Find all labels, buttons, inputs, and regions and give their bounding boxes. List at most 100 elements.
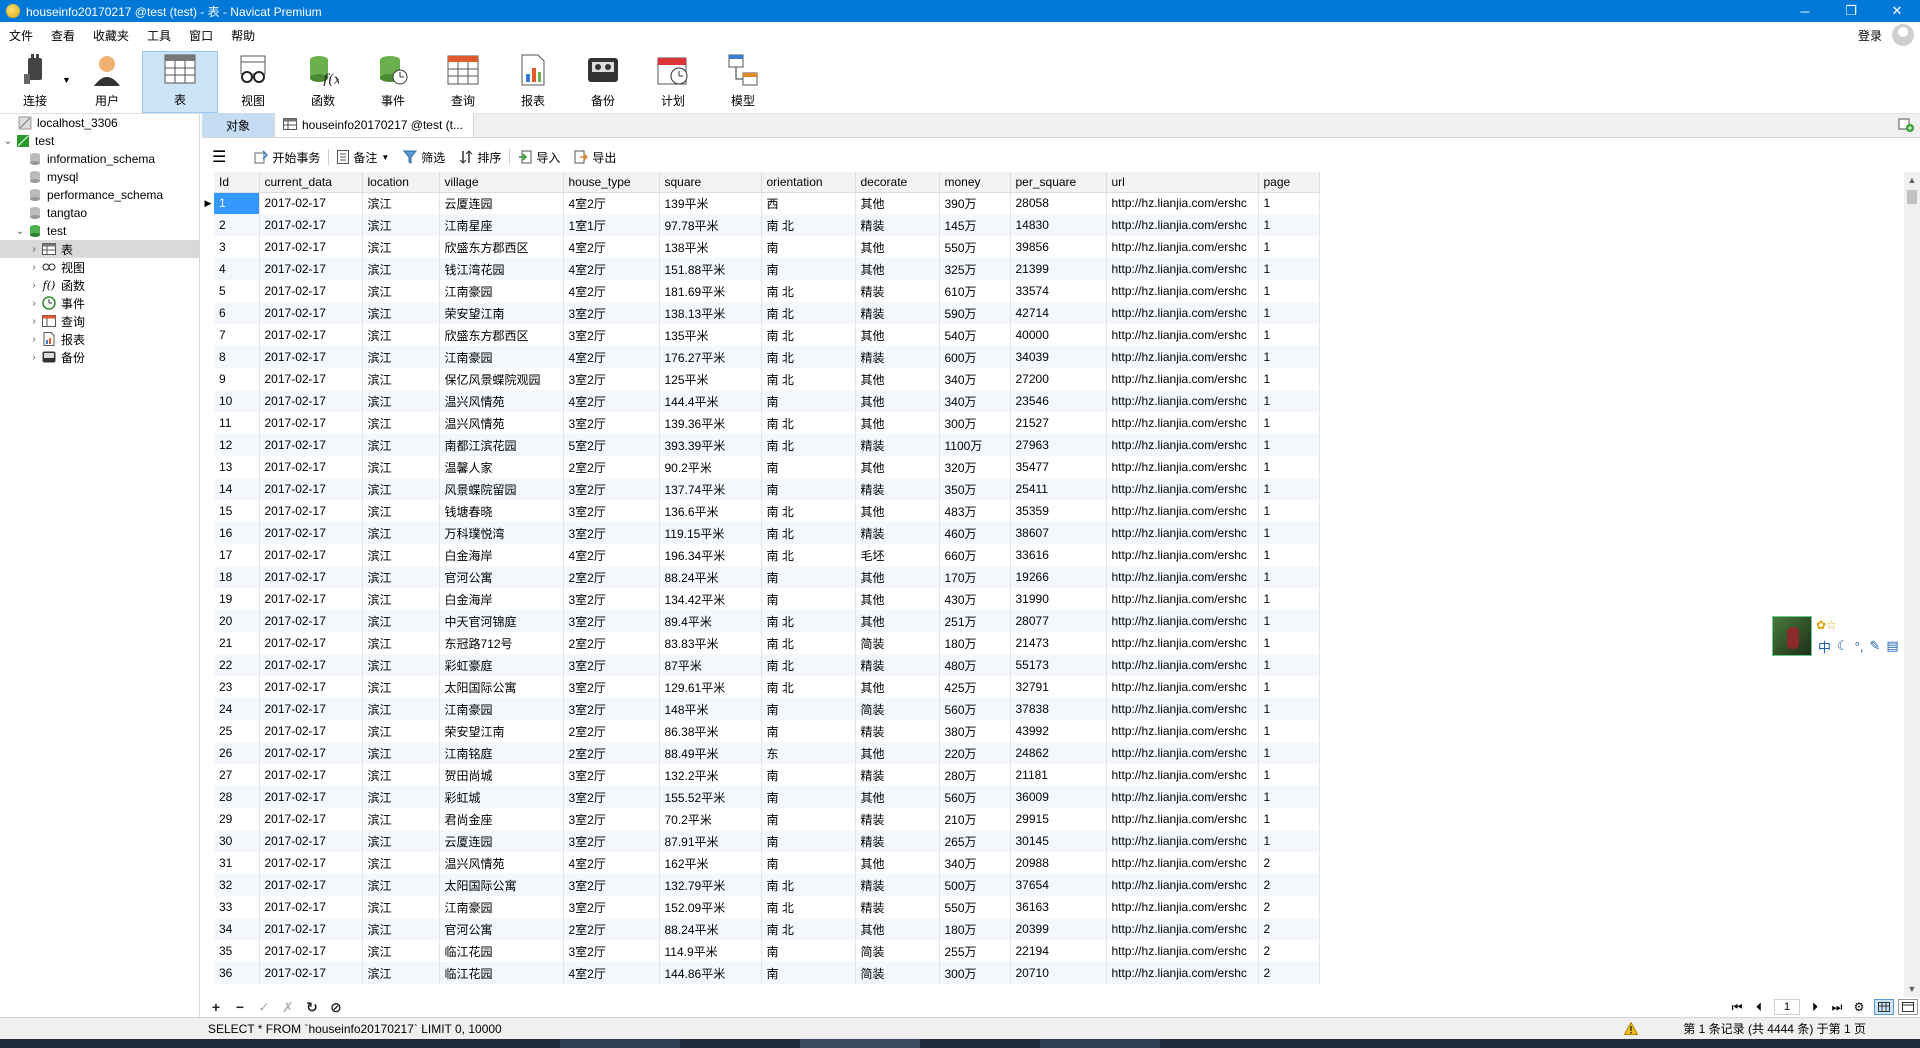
cell-house-type[interactable]: 3室2厅 — [563, 324, 660, 346]
cell-orientation[interactable]: 南 — [761, 258, 856, 280]
cell-per-square[interactable]: 55173 — [1010, 654, 1107, 676]
cell-page[interactable]: 1 — [1258, 720, 1320, 742]
cell-url[interactable]: http://hz.lianjia.com/ershc — [1106, 236, 1259, 258]
table-row[interactable]: 21 2017-02-17 滨江 东冠路712号 2室2厅 83.83平米南 北简装 180… — [202, 632, 1320, 654]
cell-current-data[interactable]: 2017-02-17 — [259, 896, 363, 918]
cell-square[interactable]: 70.2平米 — [659, 808, 762, 830]
cell-money[interactable]: 550万 — [939, 896, 1011, 918]
import-button[interactable]: 导入 — [518, 149, 560, 166]
cell-page[interactable]: 1 — [1258, 324, 1320, 346]
tree-item-functions[interactable]: › f() 函数 — [0, 276, 199, 294]
cell-decorate[interactable]: 精装 — [855, 874, 940, 896]
cell-house-type[interactable]: 3室2厅 — [563, 676, 660, 698]
cell-location[interactable]: 滨江 — [362, 214, 440, 236]
cell-current-data[interactable]: 2017-02-17 — [259, 566, 363, 588]
cell-current-data[interactable]: 2017-02-17 — [259, 918, 363, 940]
cell-village[interactable]: 荣安望江南 — [439, 302, 564, 324]
cell-per-square[interactable]: 39856 — [1010, 236, 1107, 258]
row-indicator[interactable] — [202, 610, 214, 632]
cell-village[interactable]: 太阳国际公寓 — [439, 874, 564, 896]
cell-url[interactable]: http://hz.lianjia.com/ershc — [1106, 588, 1259, 610]
cell-url[interactable]: http://hz.lianjia.com/ershc — [1106, 368, 1259, 390]
expand-icon[interactable]: › — [28, 352, 40, 363]
cell-location[interactable]: 滨江 — [362, 280, 440, 302]
cell-current-data[interactable]: 2017-02-17 — [259, 610, 363, 632]
cell-money[interactable]: 280万 — [939, 764, 1011, 786]
cell-village[interactable]: 江南豪园 — [439, 346, 564, 368]
cell-per-square[interactable]: 23546 — [1010, 390, 1107, 412]
cell-location[interactable]: 滨江 — [362, 500, 440, 522]
cell-url[interactable]: http://hz.lianjia.com/ershc — [1106, 786, 1259, 808]
cell-decorate[interactable]: 精装 — [855, 280, 940, 302]
cell-money[interactable]: 560万 — [939, 786, 1011, 808]
cell-current-data[interactable]: 2017-02-17 — [259, 654, 363, 676]
row-indicator[interactable] — [202, 808, 214, 830]
row-indicator[interactable] — [202, 918, 214, 940]
cell-url[interactable]: http://hz.lianjia.com/ershc — [1106, 566, 1259, 588]
table-row[interactable]: ▶ 1 2017-02-17 滨江 云厦连园 4室2厅 139平米西其他 390万 28058 h… — [202, 192, 1320, 214]
cell-house-type[interactable]: 3室2厅 — [563, 588, 660, 610]
cell-square[interactable]: 132.79平米 — [659, 874, 762, 896]
cell-current-data[interactable]: 2017-02-17 — [259, 236, 363, 258]
cell-village[interactable]: 江南豪园 — [439, 896, 564, 918]
cell-location[interactable]: 滨江 — [362, 632, 440, 654]
table-row[interactable]: 15 2017-02-17 滨江 钱塘春晓 3室2厅 136.6平米南 北其他 483万 35… — [202, 500, 1320, 522]
cell-decorate[interactable]: 精装 — [855, 214, 940, 236]
cell-decorate[interactable]: 其他 — [855, 500, 940, 522]
cell-id[interactable]: 28 — [214, 786, 260, 808]
table-row[interactable]: 13 2017-02-17 滨江 温馨人家 2室2厅 90.2平米南其他 320万 35477… — [202, 456, 1320, 478]
row-indicator[interactable] — [202, 962, 214, 984]
cell-id[interactable]: 7 — [214, 324, 260, 346]
tree-item-views[interactable]: › 视图 — [0, 258, 199, 276]
cell-orientation[interactable]: 南 — [761, 390, 856, 412]
cell-page[interactable]: 1 — [1258, 588, 1320, 610]
cell-village[interactable]: 君尚金座 — [439, 808, 564, 830]
cell-money[interactable]: 320万 — [939, 456, 1011, 478]
table-row[interactable]: 19 2017-02-17 滨江 白金海岸 3室2厅 134.42平米南其他 430万 319… — [202, 588, 1320, 610]
cell-location[interactable]: 滨江 — [362, 764, 440, 786]
cell-url[interactable]: http://hz.lianjia.com/ershc — [1106, 412, 1259, 434]
cell-per-square[interactable]: 28058 — [1010, 192, 1107, 214]
cell-orientation[interactable]: 南 北 — [761, 346, 856, 368]
cell-current-data[interactable]: 2017-02-17 — [259, 214, 363, 236]
cell-id[interactable]: 3 — [214, 236, 260, 258]
cell-orientation[interactable]: 南 — [761, 698, 856, 720]
cell-per-square[interactable]: 24862 — [1010, 742, 1107, 764]
cell-square[interactable]: 89.4平米 — [659, 610, 762, 632]
event-button[interactable]: 事件 — [358, 51, 428, 113]
cell-per-square[interactable]: 19266 — [1010, 566, 1107, 588]
cell-id[interactable]: 9 — [214, 368, 260, 390]
cell-orientation[interactable]: 南 — [761, 786, 856, 808]
cell-url[interactable]: http://hz.lianjia.com/ershc — [1106, 896, 1259, 918]
cell-id[interactable]: 26 — [214, 742, 260, 764]
cell-per-square[interactable]: 22194 — [1010, 940, 1107, 962]
table-row[interactable]: 5 2017-02-17 滨江 江南豪园 4室2厅 181.69平米南 北精装 610万 33… — [202, 280, 1320, 302]
cell-decorate[interactable]: 其他 — [855, 412, 940, 434]
cell-current-data[interactable]: 2017-02-17 — [259, 346, 363, 368]
cell-page[interactable]: 2 — [1258, 940, 1320, 962]
cell-money[interactable]: 300万 — [939, 412, 1011, 434]
cell-page[interactable]: 2 — [1258, 896, 1320, 918]
cell-square[interactable]: 393.39平米 — [659, 434, 762, 456]
cell-location[interactable]: 滨江 — [362, 368, 440, 390]
warning-icon[interactable] — [1621, 1022, 1641, 1035]
cell-current-data[interactable]: 2017-02-17 — [259, 500, 363, 522]
table-row[interactable]: 2 2017-02-17 滨江 江南星座 1室1厅 97.78平米南 北精装 145万 148… — [202, 214, 1320, 236]
cell-money[interactable]: 251万 — [939, 610, 1011, 632]
cell-house-type[interactable]: 3室2厅 — [563, 412, 660, 434]
cell-square[interactable]: 87.91平米 — [659, 830, 762, 852]
cell-decorate[interactable]: 精装 — [855, 478, 940, 500]
cell-money[interactable]: 460万 — [939, 522, 1011, 544]
cell-orientation[interactable]: 东 — [761, 742, 856, 764]
cell-url[interactable]: http://hz.lianjia.com/ershc — [1106, 742, 1259, 764]
cell-id[interactable]: 31 — [214, 852, 260, 874]
cell-per-square[interactable]: 20399 — [1010, 918, 1107, 940]
table-button[interactable]: 表 — [142, 51, 218, 113]
tree-item-reports[interactable]: › 报表 — [0, 330, 199, 348]
column-header-village[interactable]: village — [439, 172, 564, 193]
cell-current-data[interactable]: 2017-02-17 — [259, 324, 363, 346]
cell-square[interactable]: 139平米 — [659, 192, 762, 214]
cell-url[interactable]: http://hz.lianjia.com/ershc — [1106, 764, 1259, 786]
cell-current-data[interactable]: 2017-02-17 — [259, 676, 363, 698]
form-view-button[interactable] — [1898, 999, 1918, 1015]
